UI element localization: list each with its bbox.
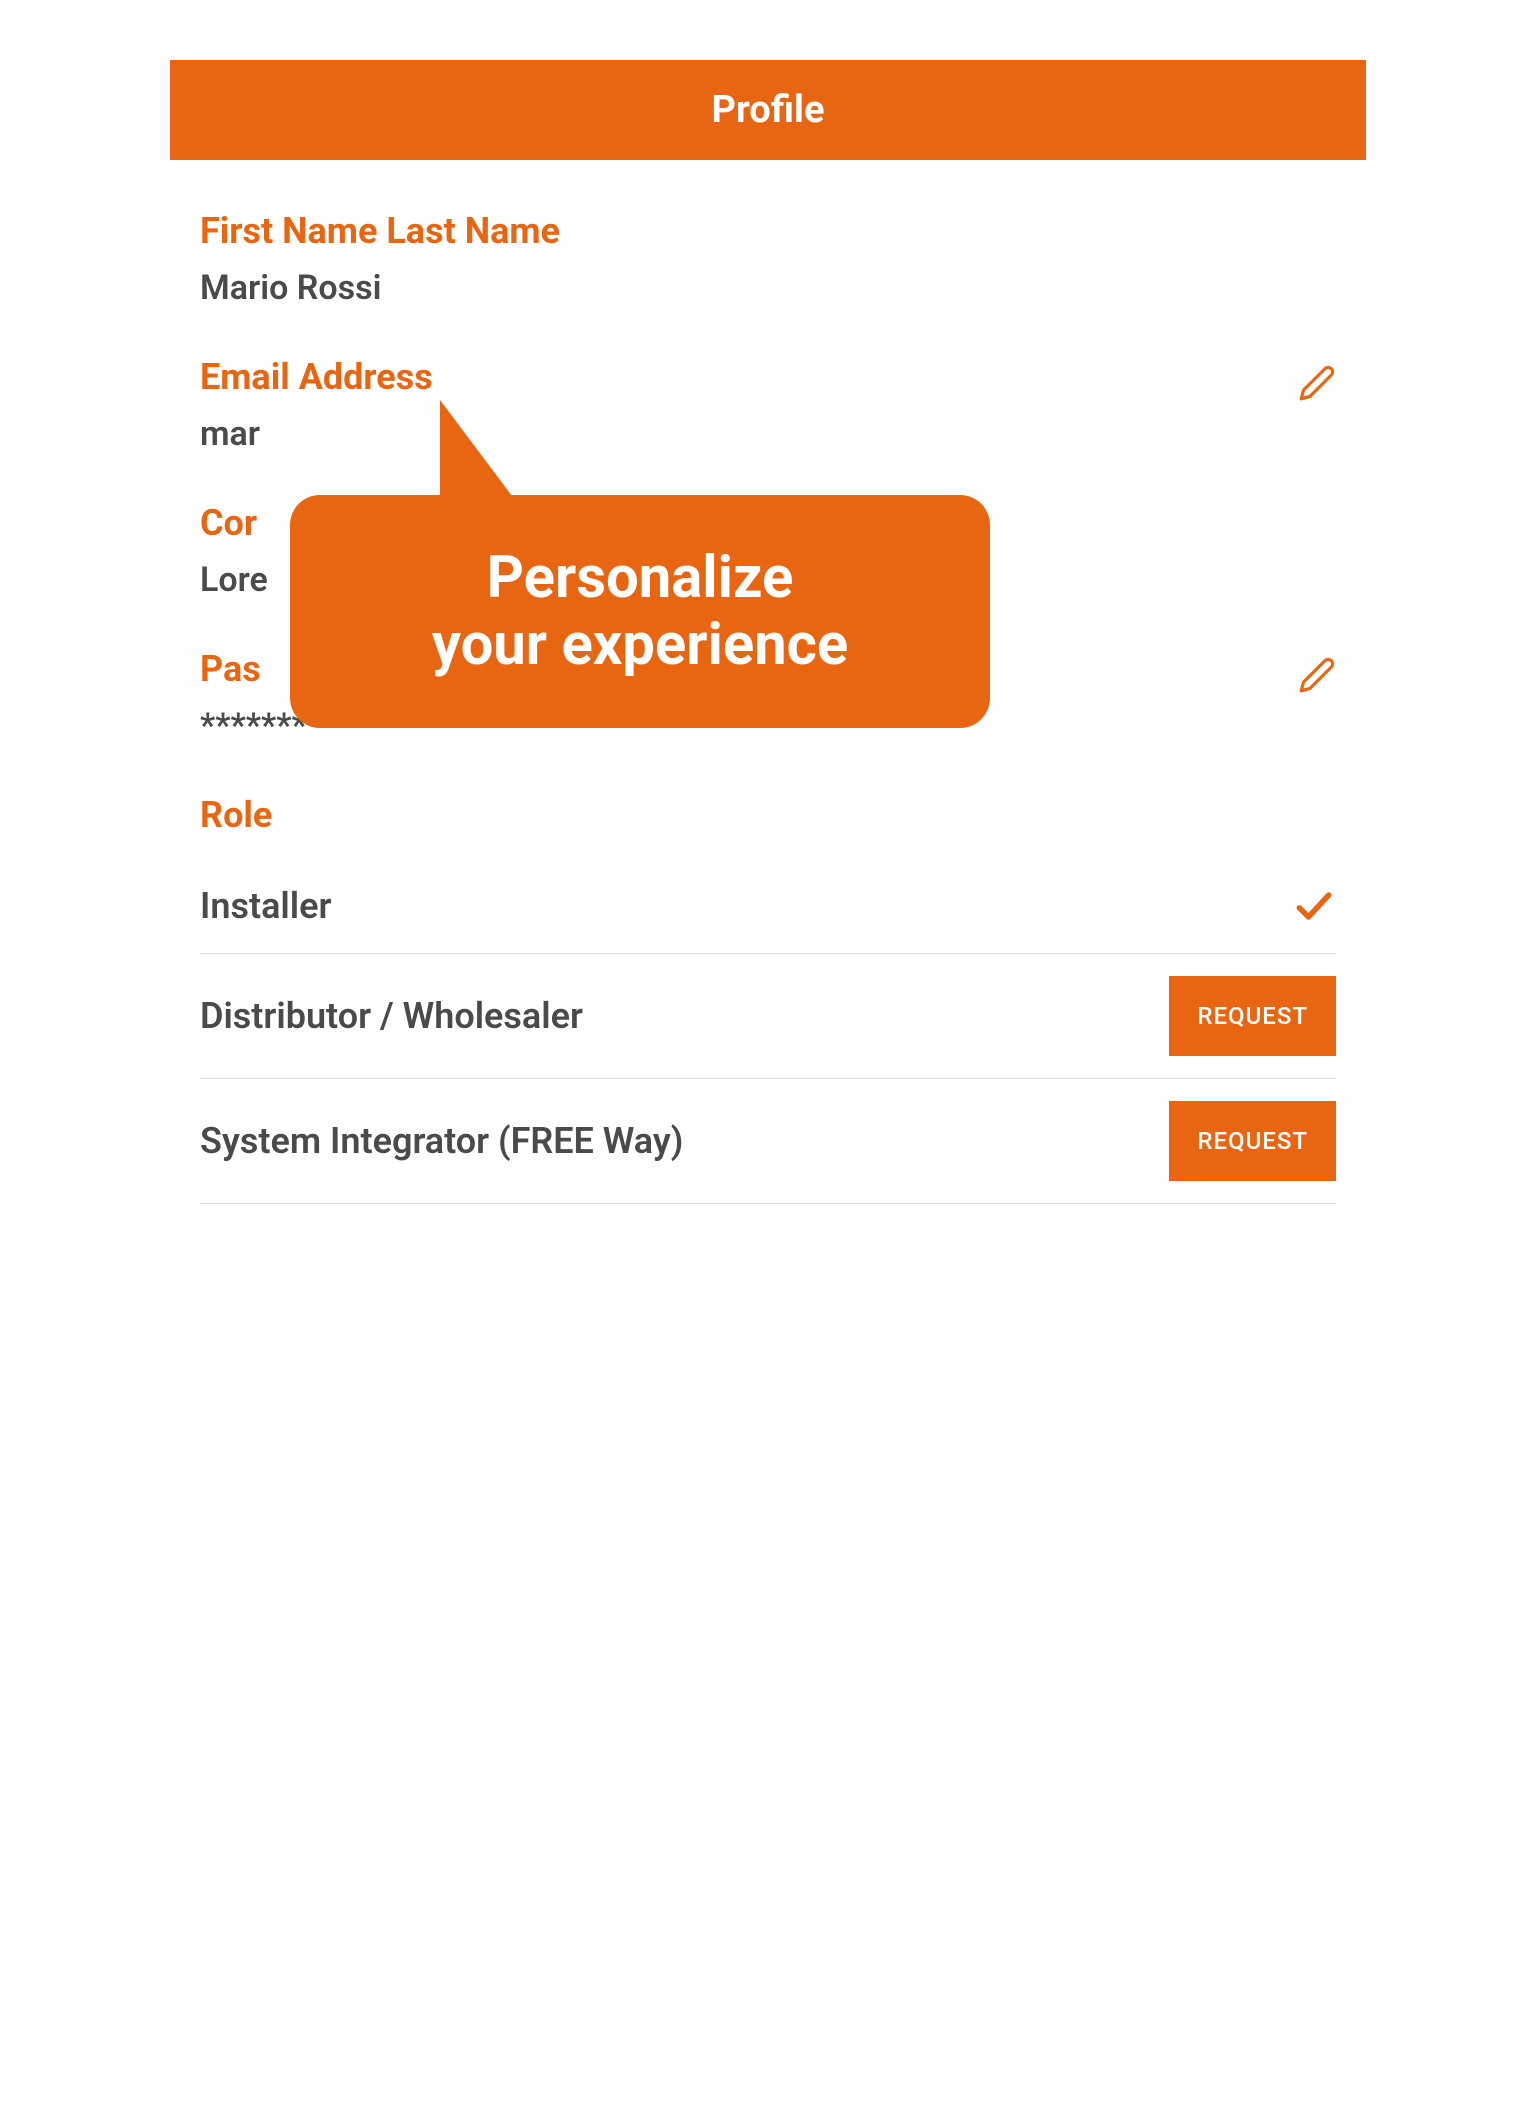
onboarding-tooltip[interactable]: Personalize your experience	[290, 495, 990, 728]
check-icon	[1292, 884, 1336, 928]
role-row-distributor: Distributor / Wholesaler REQUEST	[200, 954, 1336, 1079]
request-button[interactable]: REQUEST	[1169, 976, 1336, 1056]
tooltip-line2: your experience	[350, 612, 930, 679]
role-row-integrator: System Integrator (FREE Way) REQUEST	[200, 1079, 1336, 1204]
header-bar: Profile	[170, 60, 1366, 160]
role-row-installer[interactable]: Installer	[200, 858, 1336, 954]
tooltip-line1: Personalize	[350, 545, 930, 612]
role-label: Role	[200, 794, 1336, 836]
email-field-group: Email Address mar	[200, 356, 1336, 454]
name-value: Mario Rossi	[200, 268, 1336, 308]
role-section: Role Installer Distributor / Wholesaler …	[200, 794, 1336, 1204]
role-name: Installer	[200, 885, 1292, 927]
role-name: System Integrator (FREE Way)	[200, 1120, 1169, 1162]
role-name: Distributor / Wholesaler	[200, 995, 1169, 1037]
email-value: mar	[200, 414, 1336, 454]
page-title: Profile	[711, 88, 824, 132]
name-label: First Name Last Name	[200, 210, 1336, 252]
pencil-icon[interactable]	[1298, 656, 1336, 694]
request-button[interactable]: REQUEST	[1169, 1101, 1336, 1181]
pencil-icon[interactable]	[1298, 364, 1336, 402]
email-label: Email Address	[200, 356, 1336, 398]
name-field-group: First Name Last Name Mario Rossi	[200, 210, 1336, 308]
